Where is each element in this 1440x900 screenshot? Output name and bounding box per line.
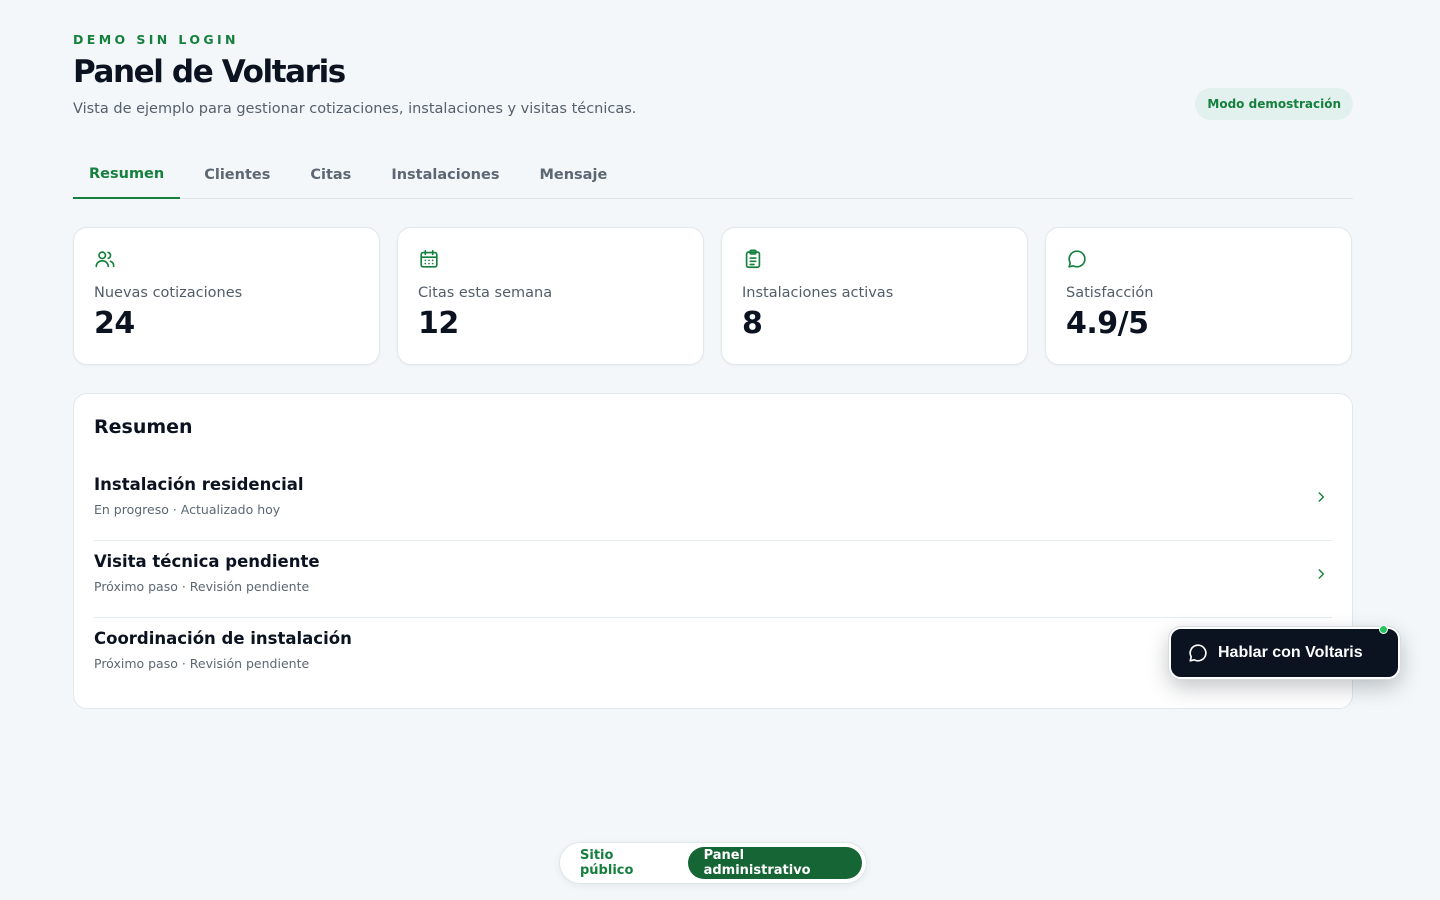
- list-item-title: Instalación residencial: [94, 475, 304, 494]
- list-item[interactable]: Instalación residencial En progreso · Ac…: [94, 464, 1332, 541]
- stat-label: Instalaciones activas: [742, 285, 894, 301]
- page-title: Panel de Voltaris: [73, 54, 346, 90]
- stat-label: Nuevas cotizaciones: [94, 285, 243, 301]
- stat-card-instalaciones: Instalaciones activas 8: [721, 227, 1028, 365]
- stat-card-citas: Citas esta semana 12: [397, 227, 704, 365]
- chevron-right-icon: [1318, 569, 1325, 579]
- tab-resumen[interactable]: Resumen: [73, 151, 181, 199]
- admin-panel-button[interactable]: Panel administrativo: [687, 847, 862, 879]
- tab-instalaciones[interactable]: Instalaciones: [375, 151, 515, 198]
- summary-title: Resumen: [94, 416, 193, 438]
- view-switcher: Sitio público Panel administrativo: [559, 842, 867, 884]
- mode-badge: Modo demostración: [1195, 88, 1353, 120]
- public-site-button[interactable]: Sitio público: [564, 847, 682, 879]
- chat-icon: [1189, 644, 1207, 662]
- clipboard-icon: [745, 249, 761, 269]
- stat-label: Citas esta semana: [418, 285, 553, 301]
- list-item-subtitle: En progreso · Actualizado hoy: [94, 502, 281, 517]
- users-icon: [95, 251, 115, 268]
- tab-bar: Resumen Clientes Citas Instalaciones Men…: [73, 151, 1353, 199]
- online-status-dot: [1379, 625, 1388, 634]
- tab-clientes[interactable]: Clientes: [188, 151, 286, 198]
- eyebrow-label: DEMO SIN LOGIN: [73, 32, 239, 47]
- calendar-icon: [420, 249, 438, 268]
- stat-value: 24: [94, 306, 135, 341]
- list-item[interactable]: Visita técnica pendiente Próximo paso · …: [94, 541, 1332, 618]
- stat-card-satisfaccion: Satisfacción 4.9/5: [1045, 227, 1352, 365]
- tab-mensaje[interactable]: Mensaje: [523, 151, 623, 198]
- list-item-title: Visita técnica pendiente: [94, 552, 320, 571]
- chevron-right-icon: [1318, 492, 1325, 502]
- stat-card-cotizaciones: Nuevas cotizaciones 24: [73, 227, 380, 365]
- list-item-subtitle: Próximo paso · Revisión pendiente: [94, 656, 310, 671]
- page-subtitle: Vista de ejemplo para gestionar cotizaci…: [73, 101, 637, 117]
- list-item-title: Coordinación de instalación: [94, 629, 352, 648]
- list-item[interactable]: Coordinación de instalación Próximo paso…: [94, 618, 1332, 695]
- chat-icon: [1068, 250, 1086, 268]
- summary-list: Instalación residencial En progreso · Ac…: [94, 464, 1332, 695]
- tab-citas[interactable]: Citas: [294, 151, 367, 198]
- stat-value: 8: [742, 306, 763, 341]
- summary-panel: Resumen Instalación residencial En progr…: [73, 393, 1353, 709]
- stats-cards: Nuevas cotizaciones 24 Citas esta semana…: [73, 227, 1353, 365]
- stat-value: 12: [418, 306, 459, 341]
- stat-value: 4.9/5: [1066, 306, 1149, 341]
- chat-with-voltaris-button[interactable]: Hablar con Voltaris: [1169, 625, 1400, 679]
- chat-button-label: Hablar con Voltaris: [1218, 644, 1363, 661]
- list-item-subtitle: Próximo paso · Revisión pendiente: [94, 579, 310, 594]
- stat-label: Satisfacción: [1066, 285, 1154, 301]
